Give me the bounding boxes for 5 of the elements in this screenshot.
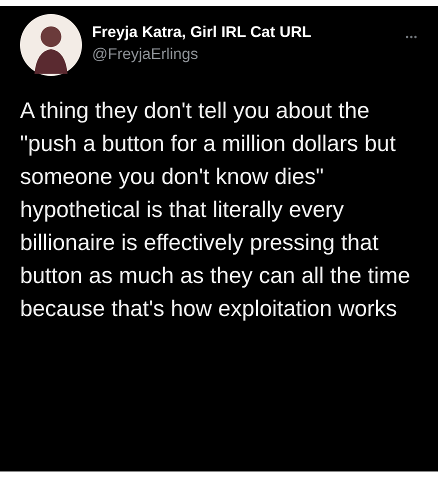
display-name[interactable]: Freyja Katra, Girl IRL Cat URL <box>92 24 396 42</box>
avatar-icon[interactable] <box>20 14 82 76</box>
user-handle[interactable]: @FreyjaErlings <box>92 46 396 64</box>
more-button[interactable]: ••• <box>406 32 418 42</box>
tweet-text: A thing they don't tell you about the "push a button for a million dollars but someone you don't know dies" hypothetical is that literally every billionaire is effectively pressing that button as much as they can all the time because that's how exploitation works <box>20 97 412 323</box>
